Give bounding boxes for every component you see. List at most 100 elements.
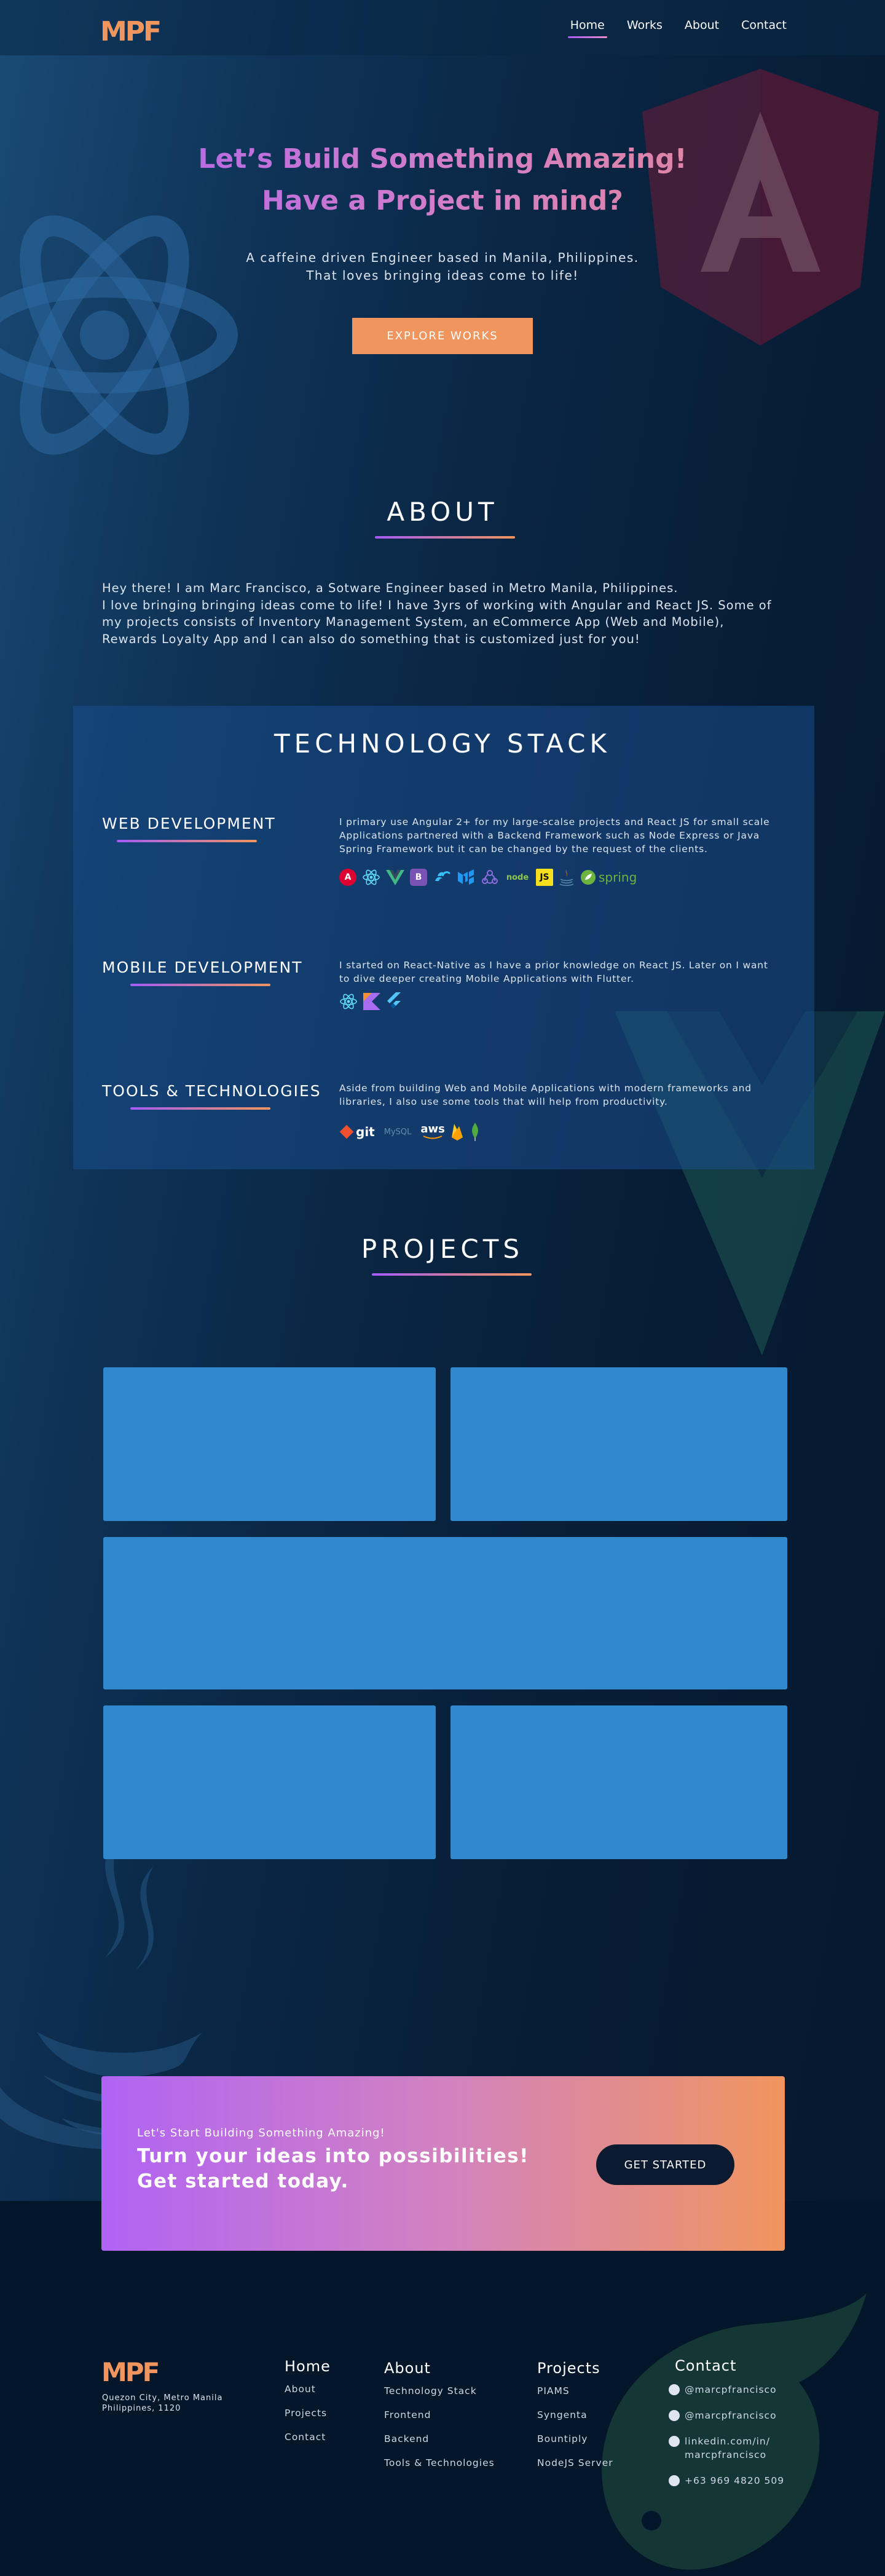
project-card[interactable] (103, 1367, 436, 1521)
hero-subtitle-line1: A caffeine driven Engineer based in Mani… (246, 250, 639, 265)
react-native-icon (340, 994, 357, 1009)
footer-contact-title: Contact (675, 2357, 737, 2374)
contact-github[interactable]: @marcpfrancisco (669, 2383, 784, 2396)
nodejs-icon: node (506, 872, 529, 882)
footer-link-tools[interactable]: Tools & Technologies (384, 2457, 495, 2468)
cta-headline: Turn your ideas into possibilities! Get … (137, 2144, 529, 2194)
angular-icon: A (339, 869, 356, 886)
mobile-dev-desc-2: to dive deeper creating Mobile Applicati… (339, 973, 634, 984)
mobile-dev-icons (339, 992, 402, 1011)
hero-subtitle-line2: That loves bringing ideas come to life! (306, 268, 579, 283)
git-label: git (356, 1124, 375, 1139)
footer-link-nodejs-server[interactable]: NodeJS Server (537, 2457, 613, 2468)
about-line-2: I love bringing bringing ideas come to l… (102, 598, 772, 612)
kotlin-icon (363, 993, 380, 1010)
footer-home-title[interactable]: Home (285, 2358, 331, 2375)
about-heading: ABOUT (387, 497, 498, 527)
projects-heading-underline (372, 1273, 532, 1276)
footer-link-technology-stack[interactable]: Technology Stack (384, 2385, 495, 2396)
footer-link-piams[interactable]: PIAMS (537, 2385, 613, 2396)
footer-link-projects[interactable]: Projects (285, 2408, 331, 2419)
cta-headline-line1: Turn your ideas into possibilities! (137, 2145, 529, 2167)
project-card[interactable] (450, 1367, 787, 1521)
about-line-1: Hey there! I am Marc Francisco, a Sotwar… (102, 581, 678, 595)
tools-icons: git MySQL aws (339, 1123, 481, 1141)
footer-address: Quezon City, Metro Manila Philippines, 1… (102, 2393, 222, 2414)
phone-number: +63 969 4820 509 (685, 2475, 785, 2486)
footer-link-frontend[interactable]: Frontend (384, 2409, 495, 2420)
tools-description: Aside from building Web and Mobile Appli… (339, 1081, 782, 1108)
cta-tagline: Let's Start Building Something Amazing! (137, 2127, 385, 2139)
footer-about-column: About Technology Stack Frontend Backend … (384, 2360, 495, 2481)
mobile-dev-desc-1: I started on React-Native as I have a pr… (339, 960, 768, 971)
web-dev-desc-3: Spring Framework but it can be changed b… (339, 844, 708, 855)
footer-logo[interactable]: MPF (101, 2357, 160, 2387)
java-icon (559, 869, 574, 887)
contact-phone[interactable]: +63 969 4820 509 (669, 2474, 784, 2487)
footer-link-backend[interactable]: Backend (384, 2433, 495, 2444)
footer-link-contact[interactable]: Contact (285, 2432, 331, 2443)
mobile-dev-label: MOBILE DEVELOPMENT (102, 958, 303, 976)
about-heading-underline (375, 536, 515, 539)
address-line-2: Philippines, 1120 (102, 2404, 181, 2413)
cta-headline-line2: Get started today. (137, 2170, 349, 2192)
project-card[interactable] (103, 1705, 436, 1859)
spring-label: spring (599, 870, 637, 885)
redux-icon (482, 870, 498, 884)
contact-facebook[interactable]: @marcpfrancisco (669, 2409, 784, 2422)
facebook-icon (669, 2410, 680, 2421)
github-icon (669, 2384, 680, 2395)
cta-banner: Let's Start Building Something Amazing! … (101, 2076, 785, 2251)
logo[interactable]: MPF (100, 16, 162, 47)
firebase-icon (451, 1124, 463, 1140)
vue-icon (386, 870, 404, 885)
aws-smile-icon (423, 1136, 442, 1139)
web-dev-underline (117, 840, 257, 842)
mongodb-icon (471, 1123, 478, 1141)
tools-underline (130, 1107, 270, 1110)
mobile-dev-description: I started on React-Native as I have a pr… (339, 958, 782, 986)
get-started-button[interactable]: GET STARTED (596, 2144, 734, 2185)
footer-home-column: Home About Projects Contact (285, 2358, 331, 2455)
bootstrap-icon: B (410, 869, 427, 886)
footer-contact-column: Contact @marcpfrancisco @marcpfrancisco … (669, 2357, 784, 2500)
aws-icon: aws (420, 1124, 445, 1140)
tailwind-icon (435, 871, 451, 881)
github-handle: @marcpfrancisco (685, 2384, 777, 2395)
flutter-icon (387, 992, 401, 1008)
footer-projects-column: Projects PIAMS Syngenta Bountiply NodeJS… (537, 2360, 613, 2481)
nav-works[interactable]: Works (627, 18, 663, 36)
nav-home[interactable]: Home (567, 18, 607, 38)
footer-projects-title[interactable]: Projects (537, 2360, 613, 2377)
hero-title-line1: Let’s Build Something Amazing! (0, 141, 885, 178)
phone-icon (669, 2475, 680, 2486)
web-dev-desc-1: I primary use Angular 2+ for my large-sc… (339, 816, 770, 828)
tools-label: TOOLS & TECHNOLOGIES (102, 1082, 321, 1100)
react-icon (363, 869, 380, 885)
linkedin-icon (669, 2436, 680, 2447)
nav-about[interactable]: About (685, 18, 719, 36)
mobile-dev-underline (130, 984, 270, 986)
explore-works-button[interactable]: EXPLORE WORKS (352, 318, 533, 354)
top-navbar: MPF Home Works About Contact (0, 0, 885, 55)
nav-contact[interactable]: Contact (741, 18, 787, 36)
footer-link-syngenta[interactable]: Syngenta (537, 2409, 613, 2420)
about-text: Hey there! I am Marc Francisco, a Sotwar… (102, 580, 790, 647)
linkedin-line-2: marcpfrancisco (685, 2449, 767, 2460)
hero-title-line2: Have a Project in mind? (0, 183, 885, 219)
tools-desc-2: libraries, I also use some tools that wi… (339, 1096, 668, 1107)
project-card[interactable] (103, 1537, 787, 1689)
footer-about-title[interactable]: About (384, 2360, 495, 2377)
tech-stack-heading: TECHNOLOGY STACK (274, 729, 611, 759)
footer-link-bountiply[interactable]: Bountiply (537, 2433, 613, 2444)
web-dev-description: I primary use Angular 2+ for my large-sc… (339, 815, 782, 856)
footer-link-about[interactable]: About (285, 2384, 331, 2395)
linkedin-url: linkedin.com/in/ marcpfrancisco (685, 2435, 770, 2462)
project-card[interactable] (450, 1705, 787, 1859)
web-dev-label: WEB DEVELOPMENT (102, 815, 276, 832)
contact-linkedin[interactable]: linkedin.com/in/ marcpfrancisco (669, 2435, 784, 2462)
aws-label: aws (420, 1123, 445, 1136)
linkedin-line-1: linkedin.com/in/ (685, 2436, 770, 2447)
web-dev-desc-2: Applications partnered with a Backend Fr… (339, 830, 760, 841)
about-line-3: my projects consists of Inventory Manage… (102, 615, 725, 629)
